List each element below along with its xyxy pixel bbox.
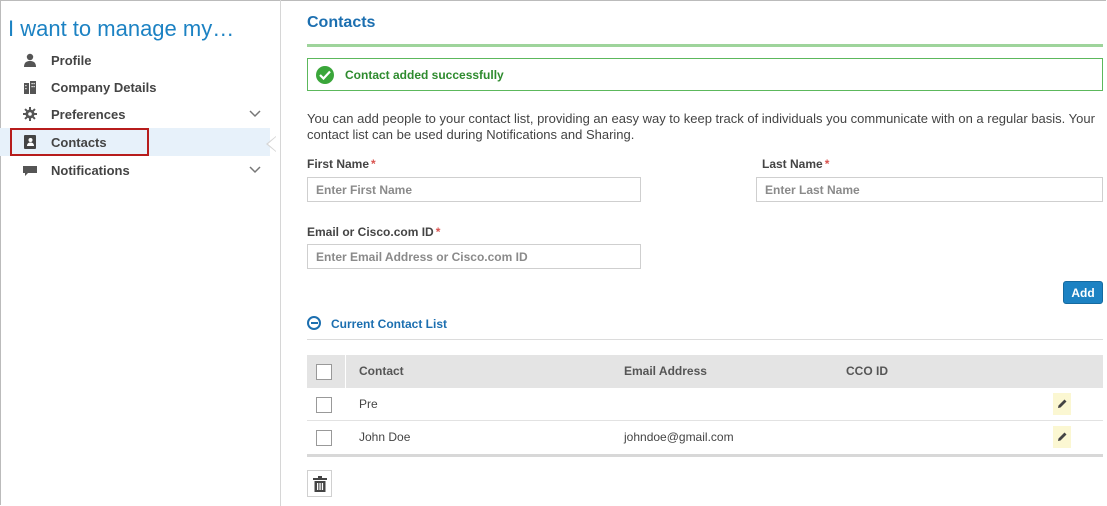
column-header-contact[interactable]: Contact	[359, 364, 404, 378]
cell-contact: John Doe	[359, 430, 411, 444]
pencil-icon[interactable]	[1053, 393, 1071, 415]
collapse-icon[interactable]	[307, 316, 321, 330]
building-icon	[22, 79, 38, 95]
sidebar: I want to manage my… Profile Company Det…	[0, 0, 281, 506]
trash-icon	[312, 475, 327, 492]
select-all-checkbox[interactable]	[316, 364, 332, 380]
success-alert: Contact added successfully	[307, 58, 1103, 91]
last-name-label: Last Name *	[762, 157, 830, 171]
column-header-cco-id[interactable]: CCO ID	[846, 364, 888, 378]
row-checkbox[interactable]	[316, 430, 332, 446]
page-title: Contacts	[307, 14, 376, 31]
table-row: John Doe johndoe@gmail.com	[307, 421, 1103, 457]
delete-button[interactable]	[307, 470, 332, 497]
active-item-highlight	[10, 128, 149, 156]
sidebar-item-notifications[interactable]: Notifications	[0, 156, 270, 184]
contact-list-header[interactable]: Current Contact List	[307, 315, 1103, 340]
page-description: You can add people to your contact list,…	[307, 111, 1095, 142]
alert-message: Contact added successfully	[345, 68, 504, 82]
first-name-input[interactable]	[307, 177, 641, 202]
required-marker: *	[824, 157, 830, 171]
chevron-down-icon[interactable]	[249, 108, 261, 120]
required-marker: *	[371, 157, 376, 171]
active-indicator	[268, 137, 276, 151]
sidebar-item-preferences[interactable]: Preferences	[0, 100, 270, 128]
sidebar-item-label: Profile	[51, 52, 92, 68]
required-marker: *	[435, 225, 441, 239]
sidebar-item-label: Company Details	[51, 79, 157, 95]
add-button[interactable]: Add	[1063, 281, 1103, 304]
cell-contact: Pre	[359, 397, 378, 411]
email-input[interactable]	[307, 244, 641, 269]
sidebar-item-label: Notifications	[51, 162, 130, 178]
user-icon	[22, 52, 38, 68]
email-label: Email or Cisco.com ID *	[307, 225, 441, 239]
chevron-down-icon[interactable]	[249, 164, 261, 176]
cell-email: johndoe@gmail.com	[624, 430, 734, 444]
contact-list-title: Current Contact List	[331, 317, 448, 331]
column-divider	[345, 355, 346, 388]
sidebar-item-company-details[interactable]: Company Details	[0, 73, 270, 101]
last-name-input[interactable]	[756, 177, 1103, 202]
table-row: Pre	[307, 388, 1103, 421]
sidebar-item-profile[interactable]: Profile	[0, 46, 270, 74]
first-name-label: First Name *	[307, 157, 376, 171]
row-checkbox[interactable]	[316, 397, 332, 413]
sidebar-item-label: Preferences	[51, 106, 126, 122]
table-header: Contact Email Address CCO ID	[307, 355, 1103, 388]
column-header-email[interactable]: Email Address	[624, 364, 707, 378]
pencil-icon[interactable]	[1053, 426, 1071, 448]
chat-icon	[22, 162, 38, 178]
check-circle-icon	[316, 66, 334, 84]
sidebar-title: I want to manage my…	[8, 16, 235, 41]
title-divider	[307, 44, 1103, 47]
gear-icon	[22, 106, 38, 122]
